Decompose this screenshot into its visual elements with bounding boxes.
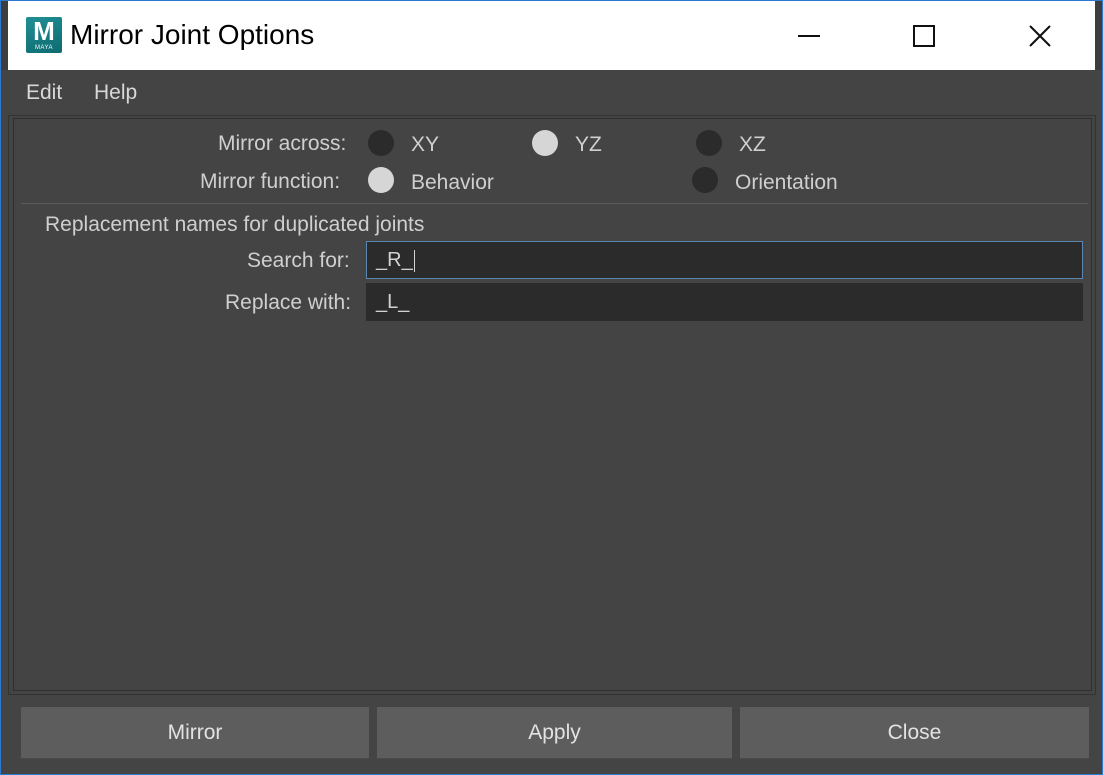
- mirror-function-label: Mirror function:: [200, 170, 341, 193]
- radio-behavior-label[interactable]: Behavior: [411, 171, 494, 195]
- mirror-across-label: Mirror across:: [218, 132, 347, 155]
- apply-button[interactable]: Apply: [377, 707, 732, 759]
- radio-xy-label[interactable]: XY: [411, 133, 439, 157]
- window-title: Mirror Joint Options: [70, 19, 315, 50]
- search-for-label: Search for:: [247, 249, 350, 272]
- minimize-icon: [798, 34, 820, 37]
- radio-xy[interactable]: [368, 130, 394, 156]
- radio-orientation-label[interactable]: Orientation: [735, 171, 838, 195]
- close-button[interactable]: Close: [740, 707, 1089, 759]
- mirror-joint-options-window: M MAYA Mirror Joint Options Edit Help Mi…: [0, 0, 1103, 775]
- search-for-value: _R_: [376, 249, 413, 271]
- radio-xz[interactable]: [696, 130, 722, 156]
- replace-with-value: _L_: [376, 291, 410, 313]
- maximize-button[interactable]: [868, 1, 980, 70]
- radio-orientation[interactable]: [692, 167, 718, 193]
- mirror-button[interactable]: Mirror: [21, 707, 369, 759]
- maya-icon-letter: M: [33, 16, 55, 46]
- close-icon: [1029, 24, 1051, 47]
- radio-behavior[interactable]: [368, 167, 394, 193]
- menu-bar: Edit Help: [8, 71, 1095, 115]
- maya-app-icon: M MAYA: [26, 17, 62, 53]
- maya-icon-text: MAYA: [34, 45, 54, 51]
- radio-xz-label[interactable]: XZ: [739, 133, 766, 157]
- replace-with-label: Replace with:: [225, 291, 352, 314]
- close-window-button[interactable]: [984, 1, 1096, 70]
- search-for-input[interactable]: _R_: [366, 241, 1083, 279]
- minimize-button[interactable]: [753, 1, 865, 70]
- replacement-section-title: Replacement names for duplicated joints: [45, 213, 425, 236]
- section-divider: [21, 203, 1088, 204]
- text-caret: [413, 249, 415, 272]
- maximize-icon: [913, 24, 935, 47]
- title-bar[interactable]: M MAYA Mirror Joint Options: [1, 1, 1102, 70]
- radio-yz[interactable]: [532, 130, 558, 156]
- radio-yz-label[interactable]: YZ: [575, 133, 602, 157]
- replace-with-input[interactable]: _L_: [366, 283, 1083, 321]
- menu-edit[interactable]: Edit: [26, 81, 62, 105]
- menu-help[interactable]: Help: [94, 81, 137, 105]
